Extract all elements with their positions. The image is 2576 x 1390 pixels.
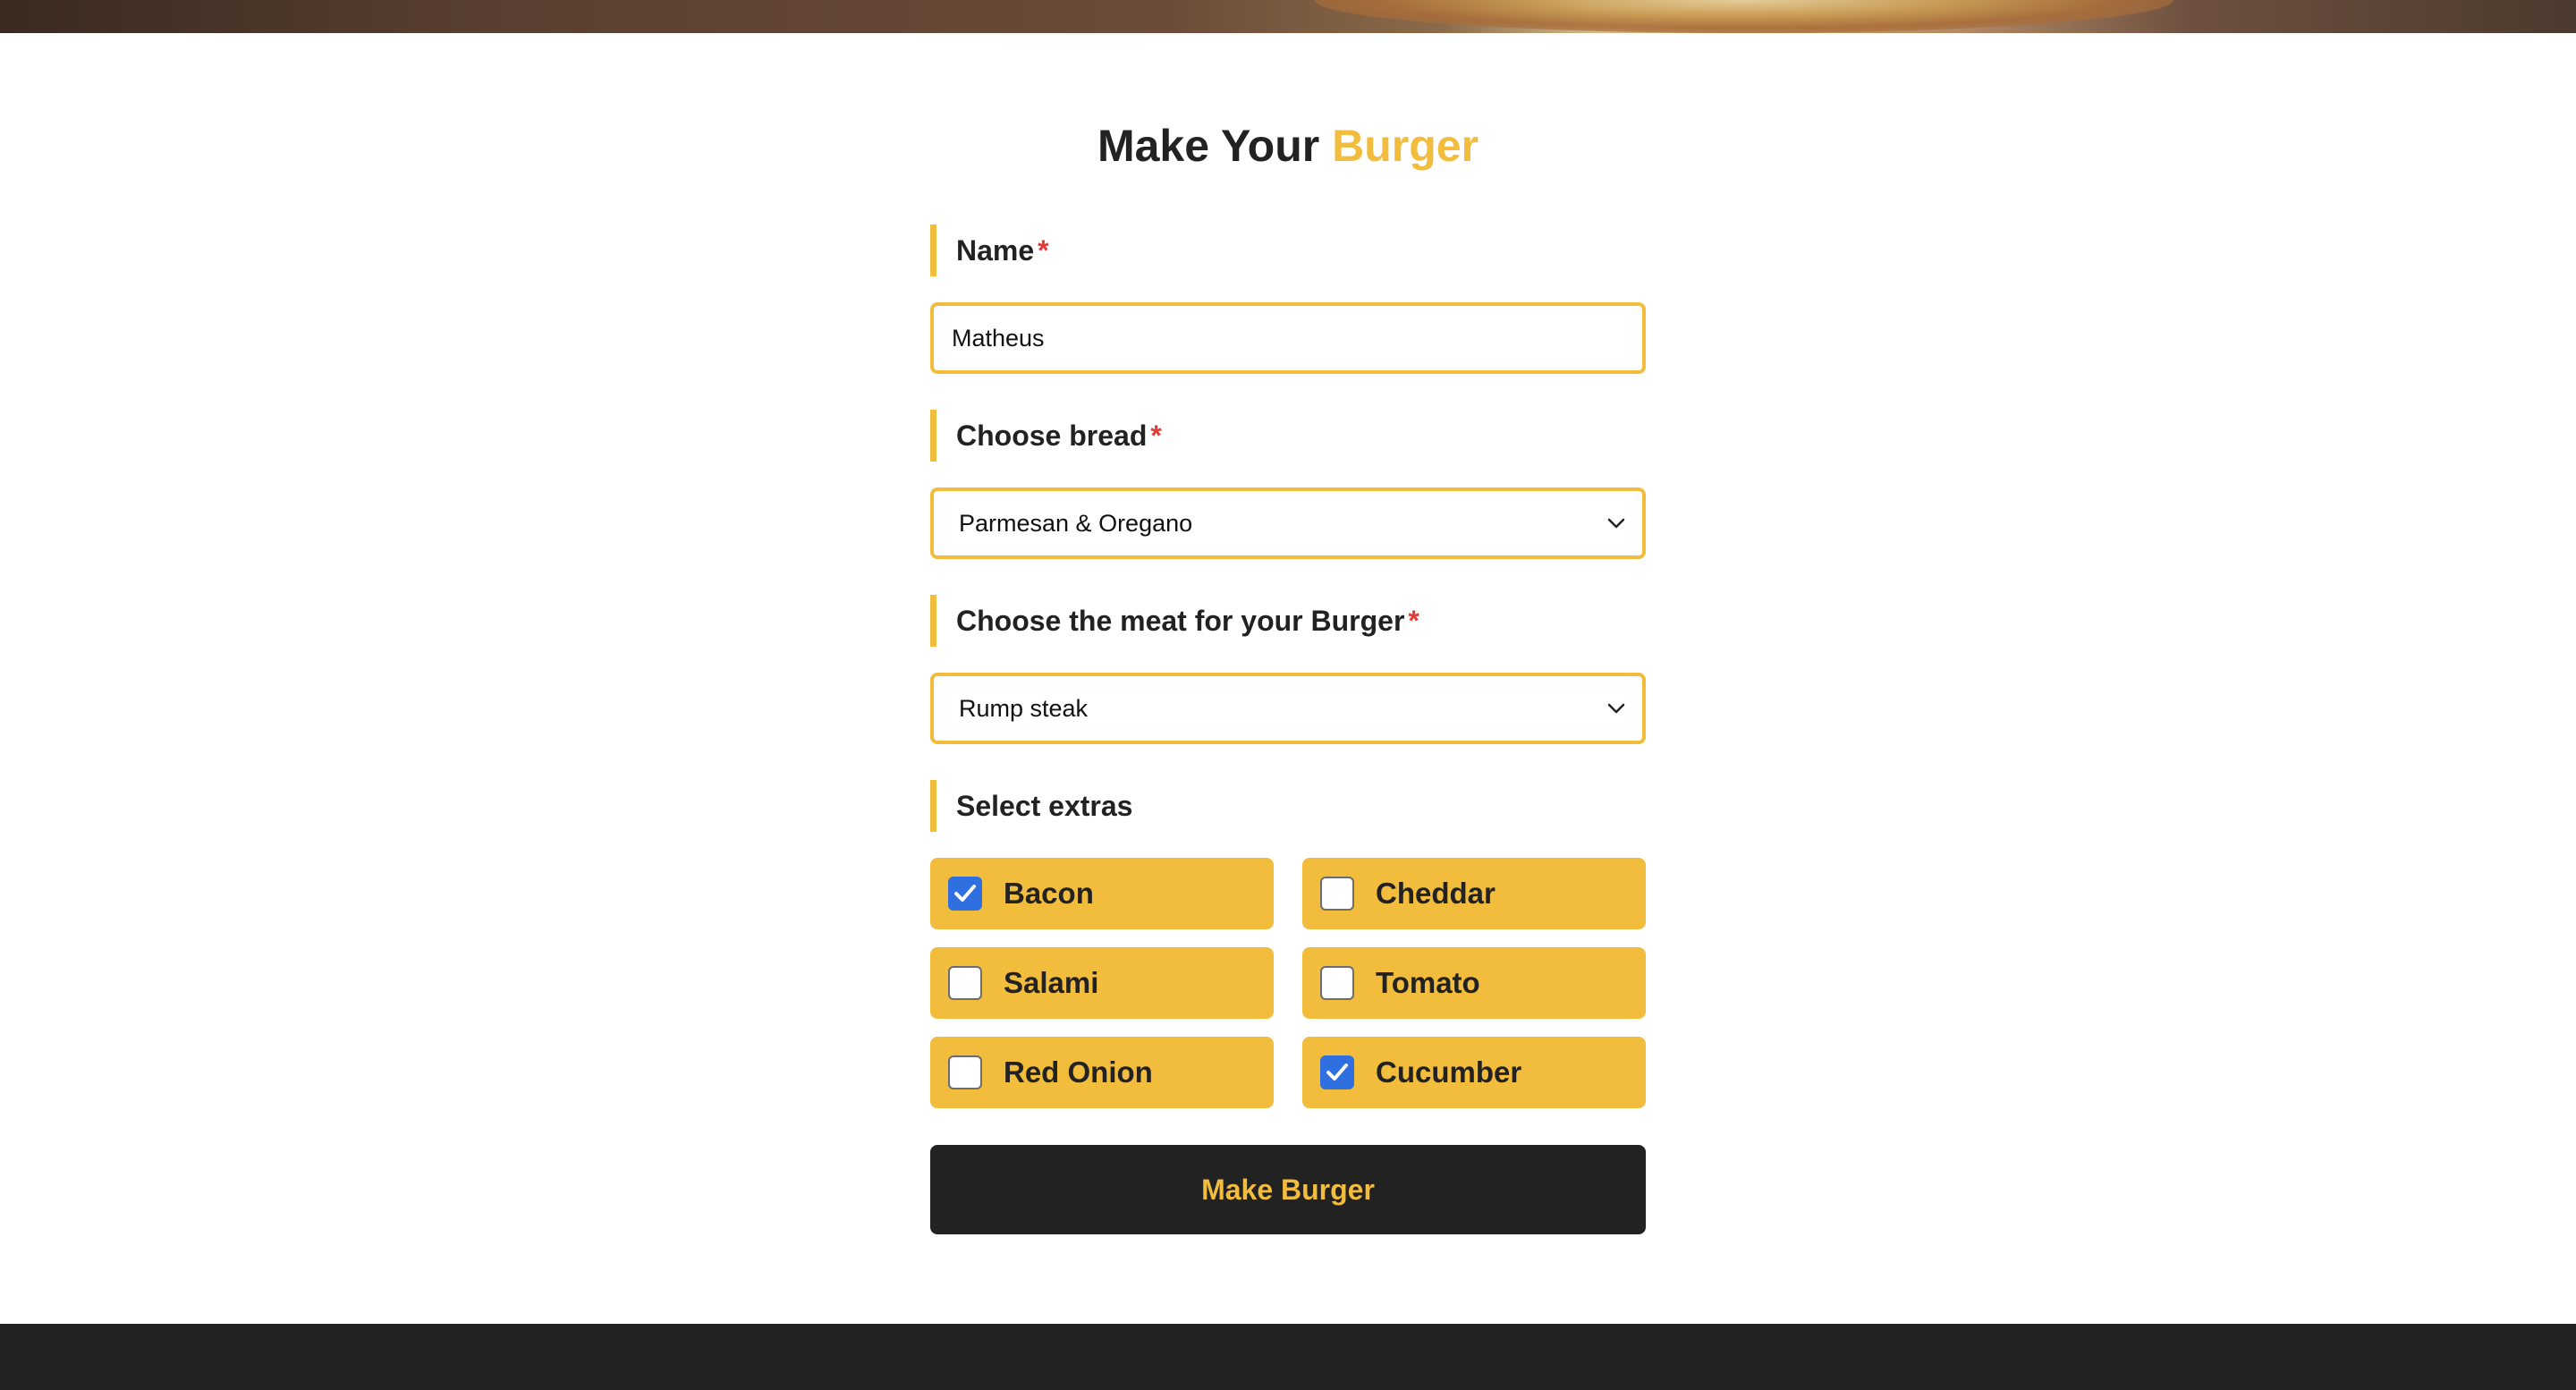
extra-label: Cheddar bbox=[1376, 877, 1496, 910]
bread-select[interactable]: Parmesan & Oregano bbox=[930, 487, 1646, 559]
hero-banner-image bbox=[0, 0, 2576, 33]
extra-label: Cucumber bbox=[1376, 1055, 1522, 1089]
bread-label-text: Choose bread bbox=[956, 419, 1148, 452]
name-input[interactable] bbox=[934, 306, 1642, 370]
extra-label: Red Onion bbox=[1004, 1055, 1153, 1089]
bread-selected-value: Parmesan & Oregano bbox=[959, 509, 1193, 537]
name-label: Name * bbox=[930, 225, 1049, 276]
extra-label: Bacon bbox=[1004, 877, 1094, 910]
name-field[interactable] bbox=[930, 302, 1646, 374]
extra-option-cheddar[interactable]: Cheddar bbox=[1302, 858, 1646, 929]
make-burger-button[interactable]: Make Burger bbox=[930, 1145, 1646, 1234]
cheddar-checkbox[interactable] bbox=[1320, 877, 1354, 911]
extra-label: Salami bbox=[1004, 966, 1099, 999]
page-title-main: Make Your bbox=[1097, 121, 1333, 171]
meat-selected-value: Rump steak bbox=[959, 694, 1089, 722]
cucumber-checkbox[interactable] bbox=[1320, 1055, 1354, 1089]
extra-option-salami[interactable]: Salami bbox=[930, 947, 1274, 1019]
tomato-checkbox[interactable] bbox=[1320, 966, 1354, 1000]
extra-option-cucumber[interactable]: Cucumber bbox=[1302, 1037, 1646, 1108]
meat-required-mark: * bbox=[1408, 604, 1419, 637]
chevron-down-icon bbox=[1603, 510, 1630, 537]
extra-option-red-onion[interactable]: Red Onion bbox=[930, 1037, 1274, 1108]
chevron-down-icon bbox=[1603, 695, 1630, 722]
extra-option-tomato[interactable]: Tomato bbox=[1302, 947, 1646, 1019]
bacon-checkbox[interactable] bbox=[948, 877, 982, 911]
meat-label-text: Choose the meat for your Burger bbox=[956, 604, 1405, 637]
footer bbox=[0, 1324, 2576, 1390]
check-icon bbox=[1326, 1064, 1348, 1081]
check-icon bbox=[954, 885, 976, 902]
red-onion-checkbox[interactable] bbox=[948, 1055, 982, 1089]
meat-select[interactable]: Rump steak bbox=[930, 673, 1646, 744]
meat-label: Choose the meat for your Burger * bbox=[930, 595, 1419, 647]
extra-option-bacon[interactable]: Bacon bbox=[930, 858, 1274, 929]
page-title: Make Your Burger bbox=[0, 114, 2576, 177]
name-required-mark: * bbox=[1038, 233, 1049, 267]
extras-label-text: Select extras bbox=[956, 789, 1133, 822]
salami-checkbox[interactable] bbox=[948, 966, 982, 1000]
extras-label: Select extras bbox=[930, 780, 1132, 832]
bread-required-mark: * bbox=[1150, 419, 1162, 452]
name-label-text: Name bbox=[956, 233, 1035, 267]
extra-label: Tomato bbox=[1376, 966, 1480, 999]
bread-label: Choose bread * bbox=[930, 410, 1162, 462]
page-title-accent: Burger bbox=[1332, 121, 1479, 171]
